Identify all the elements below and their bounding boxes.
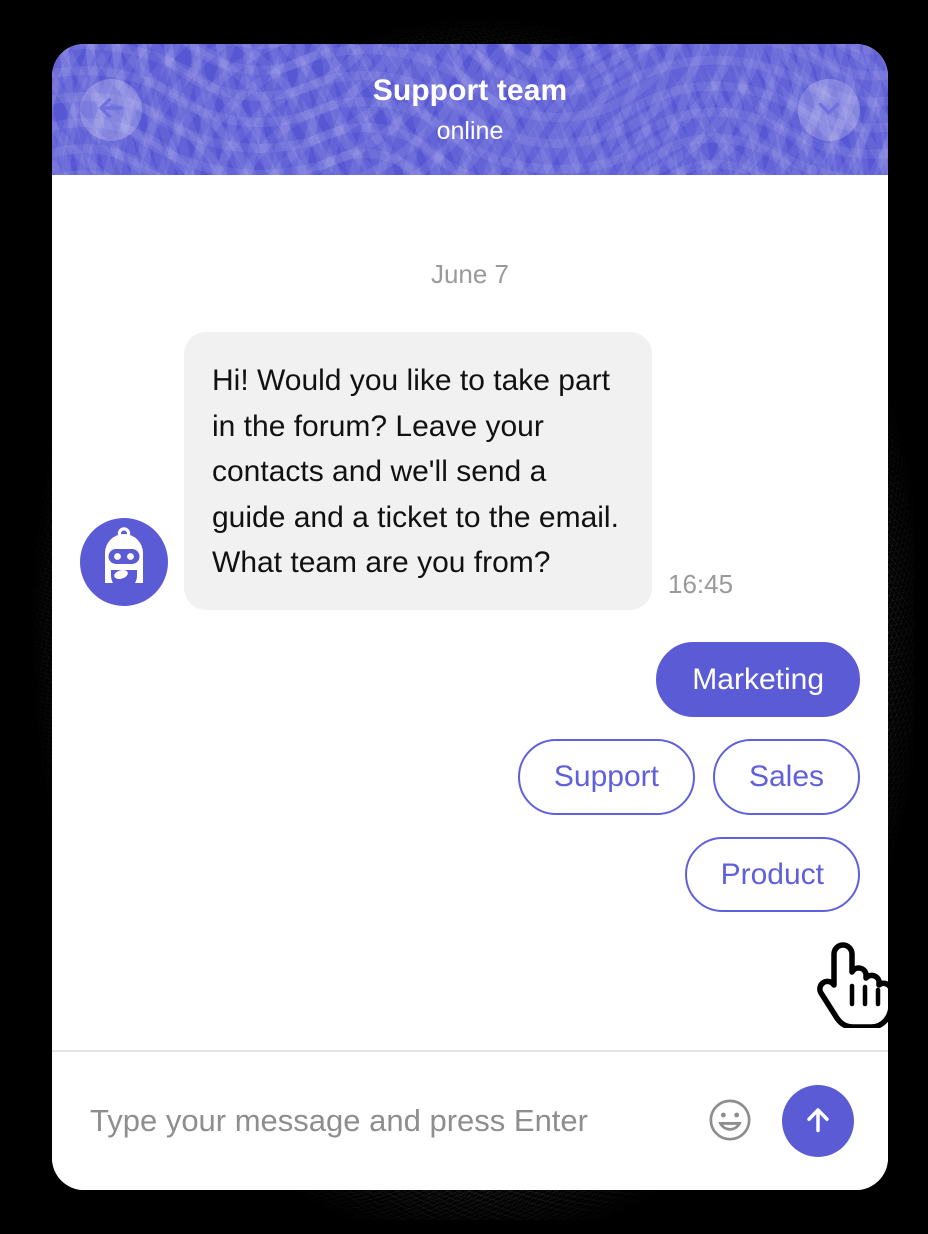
chevron-down-icon: [812, 91, 846, 128]
send-button[interactable]: [782, 1085, 854, 1157]
arrow-up-icon: [800, 1102, 836, 1141]
quick-reply-support[interactable]: Support: [517, 739, 695, 815]
chat-widget: Support team online June 7 Hi! Would you…: [52, 44, 888, 1190]
message-timestamp: 16:45: [668, 568, 734, 599]
page-title: Support team: [372, 73, 568, 107]
smiley-face-icon: [705, 1095, 755, 1148]
message-composer: [52, 1050, 888, 1190]
date-divider: June 7: [430, 259, 510, 289]
quick-reply-marketing[interactable]: Marketing: [656, 641, 860, 718]
quick-reply-row-2: Support Sales: [80, 739, 860, 815]
screenshot-backdrop: Support team online June 7 Hi! Would you…: [0, 0, 928, 1234]
message-input[interactable]: [90, 1103, 686, 1139]
conversation-area[interactable]: June 7 Hi! Would you like to take part i…: [52, 175, 888, 1050]
chat-header: Support team online: [52, 44, 888, 175]
arrow-left-icon: [94, 91, 128, 128]
quick-reply-sales[interactable]: Sales: [712, 739, 860, 815]
status-text: online: [436, 116, 504, 145]
minimize-button[interactable]: [798, 78, 860, 141]
emoji-button[interactable]: [704, 1095, 756, 1147]
message-row-bot: Hi! Would you like to take part in the f…: [80, 332, 860, 610]
message-bubble: Hi! Would you like to take part in the f…: [184, 332, 652, 610]
back-button[interactable]: [80, 78, 142, 141]
quick-reply-product[interactable]: Product: [684, 836, 860, 913]
avatar: [80, 517, 168, 606]
pointing-hand-cursor: [812, 932, 888, 1030]
header-titles: Support team online: [372, 73, 568, 145]
quick-reply-group: Marketing Support Sales Product: [80, 641, 860, 913]
robot-avatar-icon: [90, 525, 158, 598]
quick-reply-row-3: Product: [80, 836, 860, 913]
quick-reply-row-1: Marketing: [80, 641, 860, 718]
